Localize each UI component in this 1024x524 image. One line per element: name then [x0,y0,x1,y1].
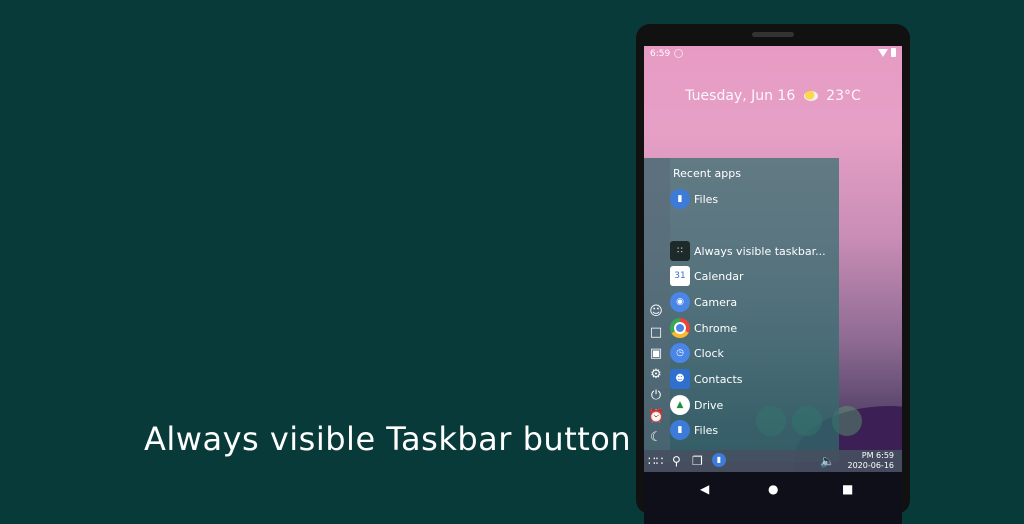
taskbar-date: 2020-06-16 [847,461,895,470]
phone-screen: 6:59 Tuesday, Jun 16 23°C ☺ □ ▣ ⚙ ⏻ ⏰ ☾ … [644,46,902,524]
recents-icon[interactable]: ❐ [692,453,703,469]
app-always-visible-taskbar[interactable]: ∷ Always visible taskbar... [670,240,826,262]
gear-icon[interactable]: ⚙ [648,367,664,383]
app-clock[interactable]: ◷ Clock [670,342,724,364]
recent-apps-title: Recent apps [673,167,741,180]
app-chrome[interactable]: Chrome [670,317,737,339]
notification-icon [674,49,683,58]
app-calendar[interactable]: 31 Calendar [670,265,743,287]
date-widget[interactable]: Tuesday, Jun 16 23°C [644,88,902,104]
status-bar: 6:59 [644,46,902,62]
taskbar-menu-button[interactable]: ∷∷ [648,453,663,469]
grid-icon: ∷ [670,241,690,261]
app-label: Files [694,423,719,437]
app-files[interactable]: ▮ Files [670,419,718,441]
search-icon[interactable]: ⚲ [672,453,681,469]
recent-app-files[interactable]: ▮ Files [670,188,718,210]
image-icon[interactable]: ▣ [648,346,664,362]
taskbar-time: PM 6:59 [861,451,894,460]
temperature-text: 23°C [826,88,861,104]
app-drive[interactable]: ▲ Drive [670,394,723,416]
clock-icon: ◷ [670,343,690,363]
app-camera[interactable]: ◉ Camera [670,291,737,313]
app-label: Files [694,192,719,206]
app-label: Drive [694,398,724,412]
calendar-icon: 31 [670,266,690,286]
battery-icon [891,48,896,57]
navigation-bar: ◀ ● ■ [644,472,902,524]
folder-icon: ▮ [670,420,690,440]
weather-icon [803,91,818,101]
caption-text: Always visible Taskbar button [144,420,632,458]
app-label: Calendar [694,269,744,283]
pinned-files-icon[interactable]: ▮ [712,453,726,467]
wifi-icon [878,48,888,57]
date-text: Tuesday, Jun 16 [685,88,796,104]
drawer-side-strip: ☺ □ ▣ ⚙ ⏻ ⏰ ☾ [644,158,670,462]
app-label: Camera [694,295,738,309]
drive-icon: ▲ [670,395,690,415]
app-label: Always visible taskbar... [694,244,826,258]
taskbar-clock[interactable]: PM 6:59 2020-06-16 [848,451,895,471]
app-contacts[interactable]: ☻ Contacts [670,368,743,390]
app-label: Chrome [694,321,738,335]
app-label: Clock [694,346,724,360]
alarm-icon[interactable]: ⏰ [648,409,664,425]
power-icon[interactable]: ⏻ [648,388,664,404]
side-icons: ☺ □ ▣ ⚙ ⏻ ⏰ ☾ [648,304,664,446]
camera-icon: ◉ [670,292,690,312]
volume-icon[interactable]: 🔈 [820,453,835,469]
status-time: 6:59 [650,49,671,59]
phone-speaker [752,32,794,37]
folder-icon[interactable]: □ [648,325,664,341]
folder-icon: ▮ [670,189,690,209]
moon-icon[interactable]: ☾ [648,430,664,446]
overview-button[interactable]: ■ [842,482,853,496]
chrome-icon [670,318,690,338]
taskbar: ∷∷ ⚲ ❐ ▮ 🔈 PM 6:59 2020-06-16 [644,450,902,472]
back-button[interactable]: ◀ [700,482,709,496]
user-icon[interactable]: ☺ [648,304,664,320]
app-drawer: ☺ □ ▣ ⚙ ⏻ ⏰ ☾ Recent apps ▮ Files ∷ Alwa… [644,158,839,462]
phone-frame: 6:59 Tuesday, Jun 16 23°C ☺ □ ▣ ⚙ ⏻ ⏰ ☾ … [636,24,910,524]
home-button[interactable]: ● [768,482,778,496]
app-label: Contacts [694,372,743,386]
contacts-icon: ☻ [670,369,690,389]
